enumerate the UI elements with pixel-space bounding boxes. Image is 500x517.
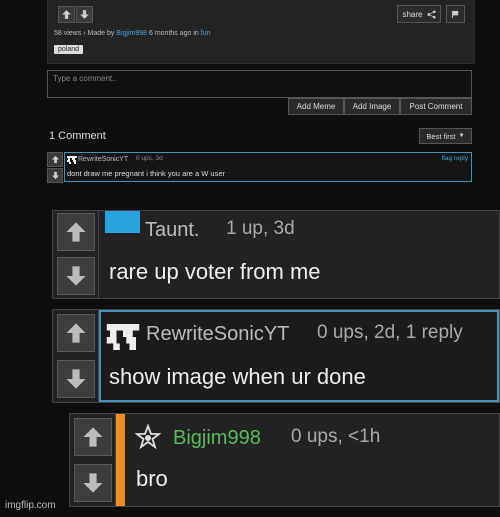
comment-meta: 0 ups, <1h — [291, 426, 381, 447]
small-comment-upvote-button[interactable] — [47, 152, 63, 167]
comment-username[interactable]: RewriteSonicYT — [146, 323, 289, 346]
downvote-button[interactable] — [57, 360, 95, 398]
imgflip-watermark: imgflip.com — [5, 500, 56, 511]
comment-username[interactable]: Taunt. — [145, 219, 199, 242]
share-icon — [426, 9, 436, 19]
star-avatar-icon — [135, 424, 161, 450]
arrow-down-icon — [66, 266, 86, 286]
small-comment: RewriteSonicYT 0 ups, 3d flag reply dont… — [64, 152, 472, 182]
big-comment-1: Taunt. 1 up, 3d rare up voter from me — [52, 210, 500, 299]
comment-text: rare up voter from me — [109, 259, 321, 284]
flag-link[interactable]: flag — [442, 155, 452, 162]
sort-dropdown[interactable]: Best first ▼ — [419, 128, 472, 144]
small-comment-downvote-button[interactable] — [47, 168, 63, 183]
meta-separator: › — [83, 30, 86, 37]
comment-username[interactable]: RewriteSonicYT — [78, 156, 128, 163]
arrow-up-icon — [66, 323, 86, 343]
arrow-up-icon — [62, 10, 71, 19]
comment-text: show image when ur done — [109, 364, 366, 389]
add-meme-button[interactable]: Add Meme — [288, 98, 344, 115]
comment-text: dont draw me pregnant i think you are a … — [67, 169, 225, 178]
vote-column — [70, 414, 116, 506]
vote-column — [53, 211, 99, 298]
share-label: share — [402, 9, 423, 19]
post-time: 6 months ago in — [149, 30, 199, 37]
user-avatar-icon — [105, 211, 140, 233]
small-comment-votes — [47, 152, 63, 183]
comment-meta: 0 ups, 2d, 1 reply — [317, 322, 463, 343]
op-accent-bar — [116, 414, 125, 506]
comment-meta: 1 up, 3d — [226, 218, 295, 239]
arrow-up-icon — [51, 155, 59, 164]
post-downvote-button[interactable] — [76, 6, 93, 23]
comment-content: RewriteSonicYT 0 ups, 2d, 1 reply show i… — [99, 310, 499, 402]
comment-actions: flag reply — [442, 155, 468, 162]
upvote-button[interactable] — [57, 213, 95, 251]
comments-count: 1 Comment — [49, 130, 106, 142]
made-by-label: Made by — [87, 30, 115, 37]
views-count: 58 views — [54, 30, 82, 37]
comment-content: Bigjim998 0 ups, <1h bro — [125, 414, 499, 506]
downvote-button[interactable] — [57, 257, 95, 295]
arrow-up-icon — [83, 427, 103, 447]
big-comment-3: Bigjim998 0 ups, <1h bro — [69, 413, 500, 507]
arrow-down-icon — [66, 369, 86, 389]
comment-meta: 0 ups, 3d — [136, 155, 163, 162]
post-panel: share 58 views › Made by Bigjim998 6 mon… — [47, 0, 475, 64]
comment-username[interactable]: Bigjim998 — [173, 427, 261, 450]
arrow-down-icon — [80, 10, 89, 19]
stream-link[interactable]: fun — [201, 30, 211, 37]
flag-icon — [451, 10, 459, 18]
arrow-up-icon — [66, 222, 86, 242]
arrow-down-icon — [51, 171, 59, 180]
pixel-avatar-icon — [67, 156, 77, 164]
share-button[interactable]: share — [397, 5, 441, 23]
chevron-down-icon: ▼ — [458, 133, 465, 139]
upvote-button[interactable] — [57, 314, 95, 352]
add-image-button[interactable]: Add Image — [344, 98, 400, 115]
flag-button[interactable] — [446, 5, 465, 23]
comment-content: Taunt. 1 up, 3d rare up voter from me — [100, 211, 499, 298]
sort-label: Best first — [426, 131, 456, 141]
reply-link[interactable]: reply — [454, 155, 468, 162]
arrow-down-icon — [83, 473, 103, 493]
post-upvote-button[interactable] — [58, 6, 75, 23]
big-comment-2: RewriteSonicYT 0 ups, 2d, 1 reply show i… — [52, 309, 500, 403]
vote-column — [53, 310, 99, 402]
upvote-button[interactable] — [74, 418, 112, 456]
comment-input[interactable]: Type a comment.. — [47, 70, 472, 98]
post-meta: 58 views › Made by Bigjim998 6 months ag… — [54, 30, 211, 37]
pixel-avatar-icon — [106, 324, 140, 350]
post-comment-button[interactable]: Post Comment — [400, 98, 472, 115]
comment-text: bro — [136, 466, 168, 491]
downvote-button[interactable] — [74, 464, 112, 502]
tag-chip[interactable]: poland — [54, 45, 84, 54]
author-link[interactable]: Bigjim998 — [116, 30, 147, 37]
